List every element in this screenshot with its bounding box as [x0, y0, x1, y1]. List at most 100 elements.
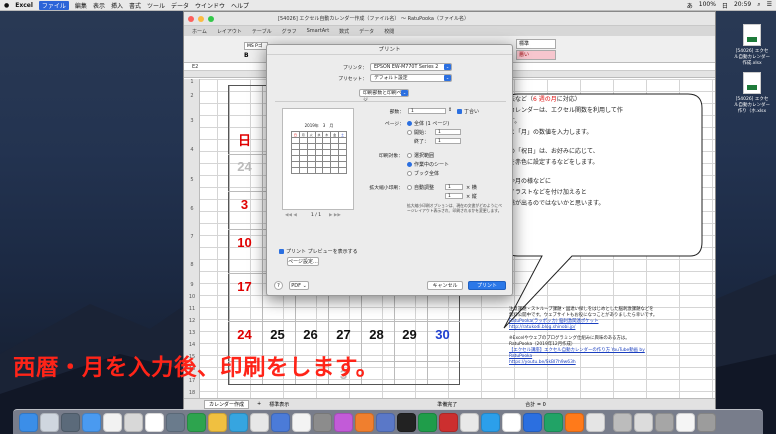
- dock-app-icon[interactable]: [40, 412, 59, 432]
- dock-app-icon[interactable]: [586, 412, 605, 432]
- close-window-button[interactable]: [188, 15, 194, 22]
- minimize-window-button[interactable]: [198, 15, 204, 22]
- scale-auto-radio[interactable]: 自動調整: [407, 184, 434, 191]
- calendar-day-cell[interactable]: 30: [426, 327, 459, 342]
- calendar-day-cell[interactable]: 3: [228, 197, 261, 212]
- dock-app-icon[interactable]: [82, 412, 101, 432]
- calendar-day-cell[interactable]: 25: [261, 327, 294, 342]
- menu-list-icon[interactable]: ☰: [767, 1, 772, 10]
- dock-app-icon[interactable]: [676, 412, 695, 432]
- copies-stepper[interactable]: ⇕: [448, 107, 452, 113]
- bold-button[interactable]: B: [244, 52, 249, 59]
- menu-item-data[interactable]: データ: [171, 1, 189, 10]
- tab-data[interactable]: データ: [359, 28, 374, 35]
- pages-from-radio[interactable]: 開始：: [407, 129, 429, 136]
- desktop-file-icon[interactable]: [54026] エクセル自動カレンダー作り（ホ.xlsx: [734, 72, 770, 114]
- dock-app-icon[interactable]: [502, 412, 521, 432]
- style-bad[interactable]: 悪い: [516, 50, 556, 60]
- row-number[interactable]: 6: [184, 206, 200, 212]
- preset-select[interactable]: デフォルト設定 ⌄: [370, 74, 452, 82]
- dock-app-icon[interactable]: [145, 412, 164, 432]
- pages-to-input[interactable]: 1: [435, 138, 461, 144]
- style-normal[interactable]: 標準: [516, 39, 556, 49]
- dock-app-icon[interactable]: [460, 412, 479, 432]
- calendar-day-cell[interactable]: 24: [228, 159, 261, 174]
- tab-chart[interactable]: グラフ: [282, 28, 297, 35]
- pages-all-radio[interactable]: 全体 (1 ページ): [407, 120, 449, 127]
- printer-select[interactable]: EPSON EW-M770T Series 2 ⌄: [370, 63, 452, 71]
- last-page-button[interactable]: ▶ ▶▶: [329, 213, 341, 218]
- menu-item-view[interactable]: 表示: [93, 1, 105, 10]
- calendar-day-cell[interactable]: 29: [393, 327, 426, 342]
- help-button[interactable]: ?: [274, 281, 283, 290]
- tab-home[interactable]: ホーム: [192, 28, 207, 35]
- row-number[interactable]: 2: [184, 93, 200, 99]
- calendar-day-cell[interactable]: 27: [327, 327, 360, 342]
- scale-height-input[interactable]: 1: [445, 193, 463, 199]
- apple-icon[interactable]: ●: [4, 2, 9, 9]
- row-number[interactable]: 8: [184, 262, 200, 268]
- dock-app-icon[interactable]: [19, 412, 38, 432]
- row-number[interactable]: 12: [184, 318, 200, 324]
- menu-item-insert[interactable]: 挿入: [111, 1, 123, 10]
- target-selection-radio[interactable]: 選択範囲: [407, 152, 434, 159]
- tab-layout[interactable]: レイアウト: [217, 28, 242, 35]
- dock-app-icon[interactable]: [271, 412, 290, 432]
- print-button[interactable]: プリント: [468, 281, 506, 290]
- dock-app-icon[interactable]: [376, 412, 395, 432]
- dock-app-icon[interactable]: [166, 412, 185, 432]
- desktop-file-icon[interactable]: [54026] エクセル自動カレンダー作成.xlsx: [734, 24, 770, 66]
- row-number[interactable]: 7: [184, 234, 200, 240]
- input-method-indicator[interactable]: あ: [687, 1, 693, 10]
- menu-item-tools[interactable]: ツール: [147, 1, 165, 10]
- menu-item-format[interactable]: 書式: [129, 1, 141, 10]
- calendar-day-cell[interactable]: 28: [360, 327, 393, 342]
- dock-app-icon[interactable]: [397, 412, 416, 432]
- tab-smartart[interactable]: SmartArt: [307, 28, 330, 34]
- reference-link[interactable]: http://ratukodi.blog.shinobi.jp/: [509, 325, 714, 331]
- page-setup-button[interactable]: ページ設定...: [287, 257, 319, 266]
- font-name-field[interactable]: MS Pゴ: [244, 42, 268, 50]
- dock-app-icon[interactable]: [418, 412, 437, 432]
- dock-app-icon[interactable]: [229, 412, 248, 432]
- collate-checkbox[interactable]: 丁合い: [457, 108, 479, 115]
- row-number[interactable]: 18: [184, 390, 200, 396]
- add-sheet-button[interactable]: +: [257, 401, 261, 407]
- copies-input[interactable]: 1: [408, 108, 446, 114]
- show-preview-checkbox[interactable]: プリント プレビューを表示する: [279, 248, 358, 255]
- dock-app-icon[interactable]: [697, 412, 716, 432]
- dock-app-icon[interactable]: [334, 412, 353, 432]
- reference-link[interactable]: https://youtu.be/SkBI7h9w63h: [509, 360, 714, 366]
- row-number[interactable]: 14: [184, 342, 200, 348]
- menu-app-name[interactable]: Excel: [15, 2, 33, 9]
- dock-app-icon[interactable]: [481, 412, 500, 432]
- dock-app-icon[interactable]: [103, 412, 122, 432]
- dock-app-icon[interactable]: [613, 412, 632, 432]
- search-icon[interactable]: ⌕: [757, 1, 760, 10]
- row-number[interactable]: 4: [184, 147, 200, 153]
- calendar-day-cell[interactable]: 26: [294, 327, 327, 342]
- row-number[interactable]: 11: [184, 306, 200, 312]
- dock-app-icon[interactable]: [292, 412, 311, 432]
- dock-app-icon[interactable]: [634, 412, 653, 432]
- row-number[interactable]: 1: [184, 79, 200, 85]
- battery-indicator[interactable]: 100%: [699, 1, 716, 10]
- dock-app-icon[interactable]: [250, 412, 269, 432]
- row-number[interactable]: 3: [184, 118, 200, 124]
- target-sheet-radio[interactable]: 作業中のシート: [407, 161, 449, 168]
- tab-formulas[interactable]: 数式: [339, 28, 349, 35]
- pages-from-input[interactable]: 1: [435, 129, 461, 135]
- target-book-radio[interactable]: ブック全体: [407, 170, 439, 177]
- calendar-day-cell[interactable]: 17: [228, 279, 261, 294]
- dock-app-icon[interactable]: [313, 412, 332, 432]
- tab-table[interactable]: テーブル: [252, 28, 272, 35]
- clock-day[interactable]: 日: [722, 1, 728, 10]
- dock-app-icon[interactable]: [208, 412, 227, 432]
- dock-app-icon[interactable]: [565, 412, 584, 432]
- panel-select[interactable]: 印刷部数と印刷ページ⌄: [359, 89, 409, 103]
- sheet-tab-calendar[interactable]: カレンダー作成: [204, 399, 250, 409]
- menu-item-window[interactable]: ウインドウ: [195, 1, 225, 10]
- clock-time[interactable]: 20:59: [734, 1, 751, 10]
- row-number[interactable]: 10: [184, 294, 200, 300]
- scale-width-input[interactable]: 1: [445, 184, 463, 190]
